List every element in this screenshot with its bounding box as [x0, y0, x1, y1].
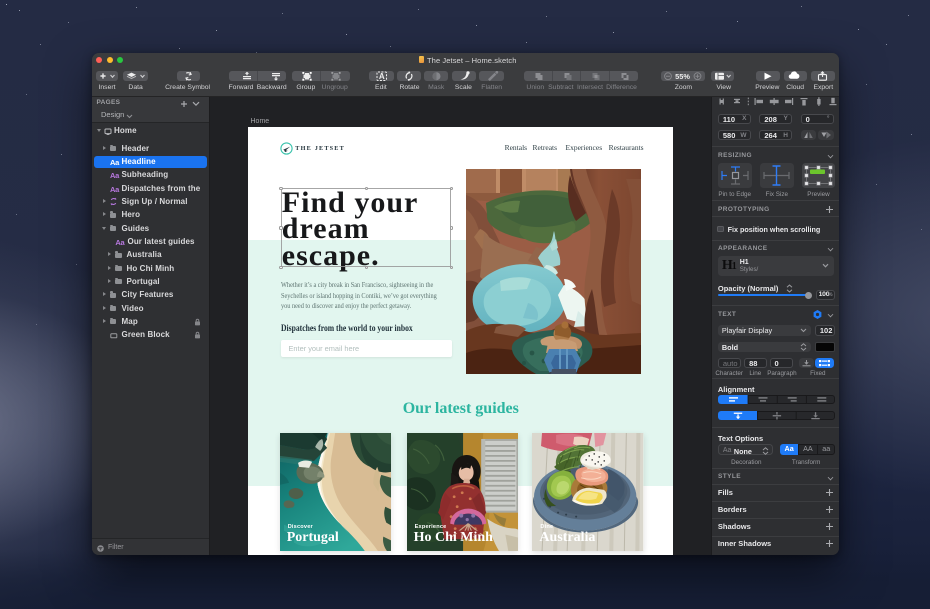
- svg-text:55%: 55%: [675, 72, 690, 81]
- svg-text:A: A: [378, 72, 384, 81]
